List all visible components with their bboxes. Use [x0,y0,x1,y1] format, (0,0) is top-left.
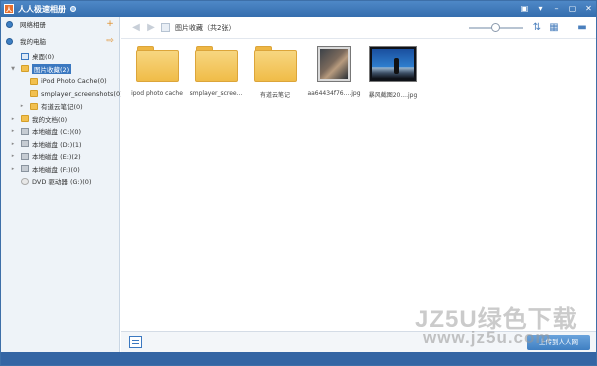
expand-toggle-icon[interactable]: ▸ [10,166,16,172]
expand-toggle-icon[interactable]: ▸ [10,141,16,147]
network-icon [6,20,13,28]
tree-item-label: DVD 驱动器 (G:)(0) [32,178,92,187]
list-toggle-icon[interactable] [129,336,142,348]
zoom-slider-handle[interactable] [491,23,500,32]
status-dot-icon [70,6,76,12]
forward-icon[interactable]: ▶ [145,22,157,34]
file-item-folder[interactable]: ipod photo cache [127,44,185,97]
tree-item-pictures[interactable]: ▼ 图片收藏(2) [1,63,119,76]
status-bar [1,352,596,365]
desktop-icon [21,52,29,60]
file-item-photo[interactable]: 暴风截图20....jpg [363,44,421,99]
expand-toggle-icon[interactable]: ▼ [10,66,16,72]
tree-item-label: iPod Photo Cache(0) [41,77,107,86]
import-button[interactable]: ⇨ [106,37,114,46]
expand-toggle-icon[interactable]: ▸ [10,128,16,134]
tree-item-ipod-cache[interactable]: iPod Photo Cache(0) [1,75,119,88]
skin-button[interactable]: ▣ [519,3,530,14]
dvd-icon [21,177,29,185]
watermark-url: www.jz5u.com [423,328,552,347]
tree-item-youdao[interactable]: ▸ 有道云笔记(0) [1,100,119,113]
tree-item-label: 本地磁盘 (C:)(0) [32,128,82,137]
tree-item-dvd[interactable]: DVD 驱动器 (G:)(0) [1,175,119,188]
network-album-section[interactable]: 网络相册 + [1,17,119,31]
minimize-button[interactable]: – [551,3,562,14]
tree-item-drive-c[interactable]: ▸ 本地磁盘 (C:)(0) [1,125,119,138]
drive-icon [21,165,29,173]
file-grid-area: ipod photo cache smplayer_scree... 有道云笔记… [121,39,596,331]
sidebar: 网络相册 + 我的电脑 ⇨ 桌面(0) ▼ 图片收藏(2) iPod Photo… [1,17,123,352]
tree-item-label: 本地磁盘 (D:)(1) [32,140,82,149]
tree-item-drive-e[interactable]: ▸ 本地磁盘 (E:)(2) [1,150,119,163]
file-grid: ipod photo cache smplayer_scree... 有道云笔记… [121,39,421,99]
my-computer-label: 我的电脑 [20,38,46,46]
app-window: 人 人人极速相册 ▣ ▾ – ▢ ✕ 网络相册 + 我的电脑 ⇨ 桌面(0) ▼… [0,0,597,366]
photo-thumbnail [313,44,356,82]
tree-item-drive-f[interactable]: ▸ 本地磁盘 (F:)(0) [1,163,119,176]
folder-icon [195,44,238,82]
file-item-name: 暴风截图20....jpg [368,92,418,99]
file-item-folder[interactable]: smplayer_scree... [186,44,244,97]
network-album-label: 网络相册 [20,21,46,29]
tree-item-label: 图片收藏(2) [32,63,72,74]
toolbar: ◀ ▶ 图片收藏（共2张） ⇅ ▦ ▬ [121,17,596,39]
file-item-photo[interactable]: aa64434f76....jpg [304,44,362,97]
tree-item-smplayer[interactable]: smplayer_screenshots(0) [1,88,123,101]
file-item-folder[interactable]: 有道云笔记 [245,44,303,99]
tree-item-label: 本地磁盘 (E:)(2) [32,153,81,162]
folder-icon [254,44,297,82]
computer-icon [6,37,13,45]
expand-toggle-icon[interactable]: ▸ [10,116,16,122]
maximize-button[interactable]: ▢ [567,3,578,14]
tree-item-drive-d[interactable]: ▸ 本地磁盘 (D:)(1) [1,138,119,151]
photo-thumbnail [369,44,417,82]
tree-item-label: 有道云笔记(0) [41,103,83,112]
drive-icon [21,127,29,135]
menu-button[interactable]: ▾ [535,3,546,14]
drive-icon [21,140,29,148]
breadcrumb: 图片收藏（共2张） [175,24,236,32]
expand-toggle-icon[interactable]: ▸ [19,103,25,109]
tree-item-label: 桌面(0) [32,53,55,62]
folder-icon [21,115,29,123]
window-controls: ▣ ▾ – ▢ ✕ [519,3,594,14]
tree-item-label: smplayer_screenshots(0) [41,89,123,98]
tree-item-label: 我的文档(0) [32,115,68,124]
folder-icon [136,44,179,82]
album-icon [161,23,170,32]
add-album-button[interactable]: + [106,20,114,29]
folder-icon [30,90,38,98]
app-logo-icon: 人 [4,4,14,14]
drive-icon [21,152,29,160]
sort-icon[interactable]: ⇅ [531,22,543,34]
title-bar: 人 人人极速相册 ▣ ▾ – ▢ ✕ [1,1,596,17]
view-mode-icon[interactable]: ▦ [548,22,560,34]
tree-item-documents[interactable]: ▸ 我的文档(0) [1,113,119,126]
folder-icon [21,65,29,73]
app-title: 人人极速相册 [18,4,66,14]
briefcase-icon[interactable]: ▬ [576,22,588,34]
tree-item-label: 本地磁盘 (F:)(0) [32,165,80,174]
tree-item-desktop[interactable]: 桌面(0) [1,50,119,63]
folder-icon [30,102,38,110]
folder-icon [30,77,38,85]
close-button[interactable]: ✕ [583,3,594,14]
back-icon[interactable]: ◀ [130,22,142,34]
expand-toggle-icon[interactable]: ▸ [10,153,16,159]
my-computer-section[interactable]: 我的电脑 ⇨ [1,34,119,48]
